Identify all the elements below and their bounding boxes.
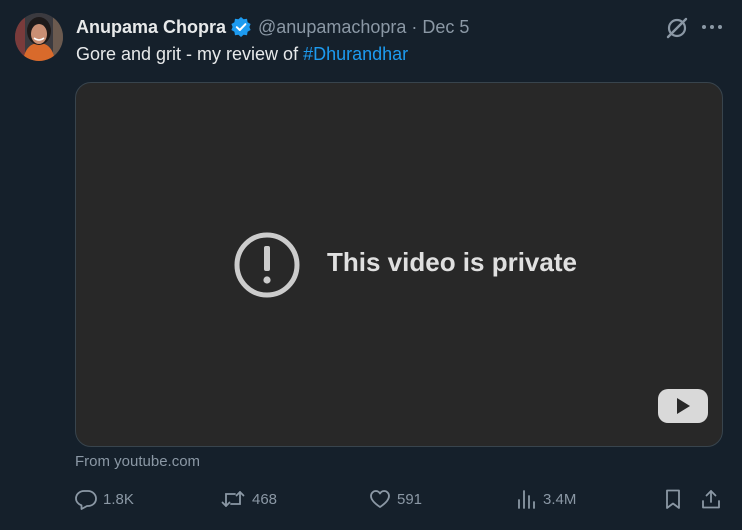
alert-circle-icon: [233, 231, 301, 299]
video-private-message: This video is private: [327, 247, 577, 277]
bookmark-button[interactable]: [662, 486, 684, 512]
verified-badge-icon: [230, 16, 252, 38]
heart-icon: [369, 488, 391, 510]
author-name[interactable]: Anupama Chopra: [76, 17, 226, 38]
repost-icon: [220, 488, 246, 510]
views-button[interactable]: 3.4M: [515, 486, 576, 512]
hashtag-link[interactable]: #Dhurandhar: [303, 44, 408, 64]
like-button[interactable]: 591: [369, 486, 422, 512]
tweet-date[interactable]: Dec 5: [422, 17, 469, 38]
like-count: 591: [397, 490, 423, 508]
views-icon: [515, 488, 537, 510]
avatar[interactable]: [15, 13, 63, 61]
repost-count: 468: [252, 490, 278, 508]
views-count: 3.4M: [543, 490, 577, 508]
reply-count: 1.8K: [103, 490, 134, 508]
share-button[interactable]: [700, 486, 722, 512]
tweet-text-body: Gore and grit - my review of: [76, 44, 304, 64]
youtube-play-icon[interactable]: [657, 388, 709, 424]
more-icon[interactable]: [699, 14, 725, 40]
reply-icon: [75, 488, 97, 510]
author-handle[interactable]: @anupamachopra: [258, 17, 406, 38]
repost-button[interactable]: 468: [220, 486, 277, 512]
grok-icon[interactable]: [664, 15, 690, 41]
share-icon: [700, 488, 722, 510]
tweet: Anupama Chopra @anupamachopra · Dec 5 Go…: [0, 0, 742, 530]
tweet-text: Gore and grit - my review of #Dhurandhar: [76, 44, 408, 65]
bookmark-icon: [662, 488, 684, 510]
reply-button[interactable]: 1.8K: [75, 486, 134, 512]
separator: ·: [411, 16, 418, 37]
tweet-header: Anupama Chopra @anupamachopra · Dec 5: [76, 15, 469, 39]
video-embed[interactable]: This video is private: [75, 82, 723, 447]
embed-source[interactable]: From youtube.com: [75, 453, 200, 470]
